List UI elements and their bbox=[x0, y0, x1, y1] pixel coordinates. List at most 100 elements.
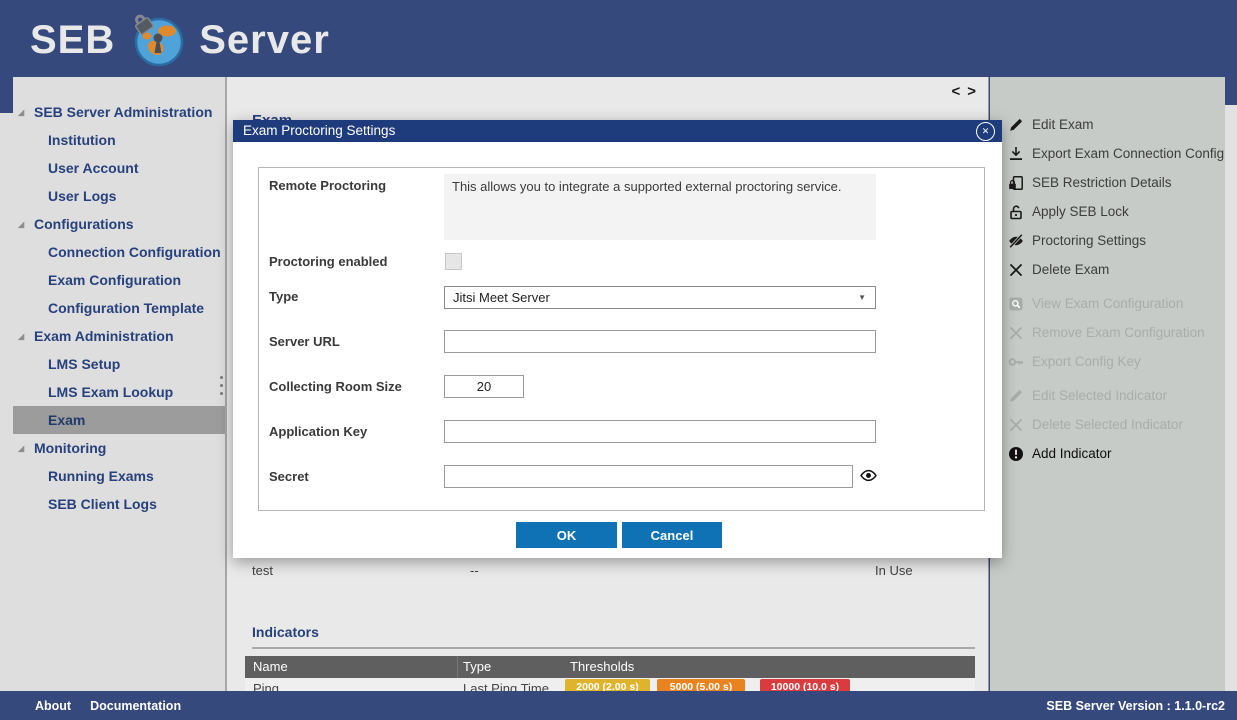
collecting-room-size-label: Collecting Room Size bbox=[269, 379, 439, 394]
sidebar-section-exam-administration[interactable]: ◢ Exam Administration bbox=[0, 322, 225, 350]
action-delete-selected-indicator: Delete Selected Indicator bbox=[990, 410, 1225, 439]
nav-menu: ◢ SEB Server Administration Institution … bbox=[0, 98, 225, 518]
sidebar-section-seb-server-administration[interactable]: ◢ SEB Server Administration bbox=[0, 98, 225, 126]
collapse-triangle-icon: ◢ bbox=[18, 220, 34, 229]
ok-button[interactable]: OK bbox=[516, 522, 617, 548]
documentation-link[interactable]: Documentation bbox=[90, 699, 181, 713]
sidebar-item-connection-configuration[interactable]: Connection Configuration bbox=[0, 238, 225, 266]
action-export-exam-connection-configuration[interactable]: Export Exam Connection Configura bbox=[990, 139, 1225, 168]
footer-bar: About Documentation SEB Server Version :… bbox=[0, 691, 1237, 720]
alert-icon bbox=[1008, 446, 1024, 462]
navigation-sidebar: ◢ SEB Server Administration Institution … bbox=[0, 77, 225, 691]
action-seb-restriction-details[interactable]: SEB Restriction Details bbox=[990, 168, 1225, 197]
sidebar-section-configurations[interactable]: ◢ Configurations bbox=[0, 210, 225, 238]
server-url-input[interactable] bbox=[444, 330, 876, 353]
action-apply-seb-lock[interactable]: Apply SEB Lock bbox=[990, 197, 1225, 226]
sidebar-item-configuration-template[interactable]: Configuration Template bbox=[0, 294, 225, 322]
x-icon bbox=[1008, 417, 1024, 433]
remote-proctoring-label: Remote Proctoring bbox=[269, 178, 439, 193]
threshold-badge-yellow: 2000 (2.00 s) bbox=[565, 679, 650, 691]
eye-off-icon bbox=[1008, 233, 1024, 249]
sidebar-item-lms-setup[interactable]: LMS Setup bbox=[0, 350, 225, 378]
server-url-label: Server URL bbox=[269, 334, 439, 349]
lock-open-icon bbox=[1008, 204, 1024, 220]
exam-config-name: test bbox=[252, 563, 273, 578]
indicator-table-row[interactable]: Ping Last Ping Time 2000 (2.00 s) 5000 (… bbox=[245, 678, 975, 691]
brand-server: Server bbox=[199, 18, 330, 63]
dialog-title-bar: Exam Proctoring Settings bbox=[233, 120, 1002, 142]
sidebar-item-user-logs[interactable]: User Logs bbox=[0, 182, 225, 210]
view-config-icon bbox=[1008, 296, 1024, 312]
sidebar-item-user-account[interactable]: User Account bbox=[0, 154, 225, 182]
exam-config-status: In Use bbox=[875, 563, 913, 578]
collecting-room-size-input[interactable] bbox=[444, 375, 524, 398]
cancel-button[interactable]: Cancel bbox=[622, 522, 722, 548]
about-link[interactable]: About bbox=[35, 699, 71, 713]
brand-seb: SEB bbox=[30, 18, 115, 63]
indicators-table-header: Name Type Thresholds bbox=[245, 656, 975, 678]
collapse-triangle-icon: ◢ bbox=[18, 108, 34, 117]
collapse-left-icon[interactable]: < bbox=[951, 83, 960, 100]
action-add-indicator[interactable]: Add Indicator bbox=[990, 439, 1225, 468]
sidebar-section-monitoring[interactable]: ◢ Monitoring bbox=[0, 434, 225, 462]
action-edit-selected-indicator: Edit Selected Indicator bbox=[990, 381, 1225, 410]
proctoring-enabled-checkbox[interactable] bbox=[445, 253, 462, 270]
chevron-down-icon: ▼ bbox=[858, 287, 866, 308]
remote-proctoring-info: This allows you to integrate a supported… bbox=[444, 174, 876, 240]
brand: SEB Server bbox=[30, 12, 330, 68]
collapse-right-icon[interactable]: > bbox=[967, 83, 976, 100]
proctoring-enabled-label: Proctoring enabled bbox=[269, 254, 439, 269]
scrollbar-track[interactable] bbox=[1225, 105, 1237, 691]
dialog-title: Exam Proctoring Settings bbox=[243, 123, 395, 138]
close-icon[interactable]: ✕ bbox=[976, 122, 995, 141]
indicators-section-title: Indicators bbox=[252, 624, 319, 640]
indicators-divider bbox=[252, 647, 975, 649]
action-remove-exam-configuration: Remove Exam Configuration bbox=[990, 318, 1225, 347]
column-header-name[interactable]: Name bbox=[253, 659, 288, 674]
type-label: Type bbox=[269, 289, 439, 304]
exam-config-description: -- bbox=[470, 563, 479, 578]
action-pane: Edit Exam Export Exam Connection Configu… bbox=[990, 77, 1225, 691]
sash-grip-handle[interactable] bbox=[220, 376, 223, 400]
threshold-badge-red: 10000 (10.0 s) bbox=[760, 679, 850, 691]
sidebar-item-exam-selected[interactable]: Exam bbox=[13, 406, 225, 434]
column-separator bbox=[457, 656, 458, 678]
header-banner: SEB Server bbox=[0, 0, 1237, 77]
sidebar-item-seb-client-logs[interactable]: SEB Client Logs bbox=[0, 490, 225, 518]
threshold-badge-orange: 5000 (5.00 s) bbox=[657, 679, 745, 691]
seb-globe-lock-logo bbox=[129, 12, 185, 68]
seb-server-app: SEB Server ◢ SEB Server Administration bbox=[0, 0, 1237, 720]
type-select-value: Jitsi Meet Server bbox=[453, 290, 550, 305]
restriction-icon bbox=[1008, 175, 1024, 191]
secret-label: Secret bbox=[269, 469, 439, 484]
key-icon bbox=[1008, 354, 1024, 370]
collapse-triangle-icon: ◢ bbox=[18, 332, 34, 341]
sidebar-item-exam-configuration[interactable]: Exam Configuration bbox=[0, 266, 225, 294]
x-icon bbox=[1008, 325, 1024, 341]
action-proctoring-settings[interactable]: Proctoring Settings bbox=[990, 226, 1225, 255]
action-view-exam-configuration: View Exam Configuration bbox=[990, 289, 1225, 318]
sidebar-item-lms-exam-lookup[interactable]: LMS Exam Lookup bbox=[0, 378, 225, 406]
secret-input[interactable] bbox=[444, 465, 853, 488]
action-delete-exam[interactable]: Delete Exam bbox=[990, 255, 1225, 284]
application-key-input[interactable] bbox=[444, 420, 876, 443]
action-edit-exam[interactable]: Edit Exam bbox=[990, 110, 1225, 139]
pencil-icon bbox=[1008, 388, 1024, 404]
pane-collapse-controls: < > bbox=[951, 83, 976, 100]
x-icon bbox=[1008, 262, 1024, 278]
version-label: SEB Server Version : 1.1.0-rc2 bbox=[1046, 699, 1225, 713]
sidebar-item-institution[interactable]: Institution bbox=[0, 126, 225, 154]
exam-proctoring-settings-dialog: Exam Proctoring Settings ✕ Remote Procto… bbox=[233, 120, 1002, 558]
column-header-thresholds[interactable]: Thresholds bbox=[570, 659, 634, 674]
application-key-label: Application Key bbox=[269, 424, 439, 439]
column-header-type[interactable]: Type bbox=[463, 659, 491, 674]
pencil-icon bbox=[1008, 117, 1024, 133]
collapse-triangle-icon: ◢ bbox=[18, 444, 34, 453]
action-export-config-key: Export Config Key bbox=[990, 347, 1225, 376]
dialog-form-panel: Remote Proctoring This allows you to int… bbox=[258, 167, 985, 511]
indicator-name: Ping bbox=[253, 681, 279, 691]
download-icon bbox=[1008, 146, 1024, 162]
sidebar-item-running-exams[interactable]: Running Exams bbox=[0, 462, 225, 490]
type-select[interactable]: Jitsi Meet Server ▼ bbox=[444, 286, 876, 309]
show-secret-eye-icon[interactable] bbox=[860, 467, 877, 484]
